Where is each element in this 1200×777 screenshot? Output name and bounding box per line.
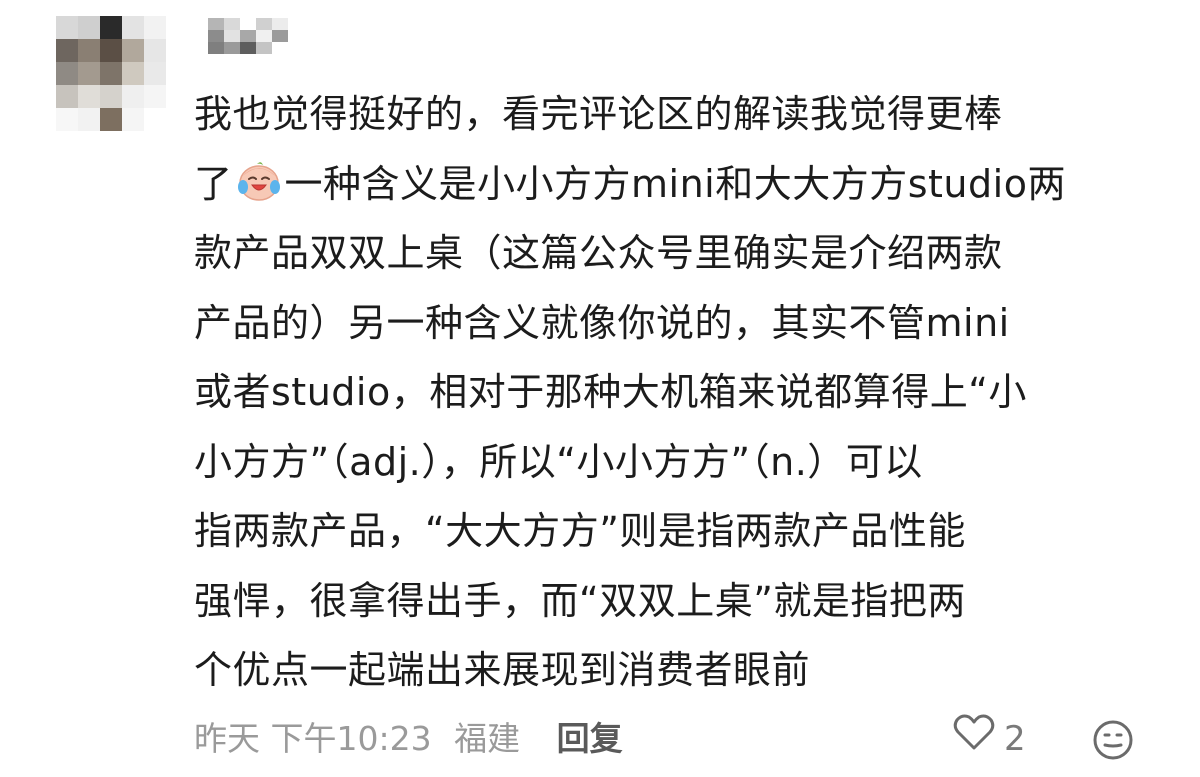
avatar-pixel: [144, 85, 166, 108]
comment-time: 昨天 下午10:23: [194, 719, 432, 758]
comment-line: 产品的）另一种含义就像你说的，其实不管mini: [194, 300, 1010, 345]
avatar-pixel: [144, 39, 166, 62]
crying-laughing-face-icon: [235, 156, 283, 201]
username-pixel: [224, 42, 240, 54]
like-count: 2: [1004, 719, 1026, 759]
avatar-pixel: [144, 62, 166, 85]
comment-line: 个优点一起端出来展现到消费者眼前: [194, 648, 811, 692]
comment-text: 一种含义是小小方方mini和大大方方studio两: [284, 161, 1066, 206]
avatar-pixel: [56, 62, 78, 85]
username-pixel: [256, 18, 272, 30]
smiley-face-icon: [1092, 720, 1134, 769]
username-pixel: [208, 42, 224, 54]
reaction-button[interactable]: [1092, 719, 1134, 761]
username[interactable]: [208, 18, 288, 54]
username-pixel: [208, 30, 224, 42]
comment-line: 我也觉得挺好的，看完评论区的解读我觉得更棒: [194, 92, 1003, 136]
username-pixel: [272, 18, 288, 30]
username-pixel: [208, 18, 224, 30]
username-pixel: [240, 18, 256, 30]
comment-line: 指两款产品，“大大方方”则是指两款产品性能: [194, 509, 966, 553]
avatar-pixel: [100, 62, 122, 85]
avatar-pixel: [122, 108, 144, 131]
avatar-pixel: [100, 108, 122, 131]
avatar-pixel: [78, 108, 100, 131]
reply-button[interactable]: 回复: [557, 714, 623, 764]
avatar-pixel: [100, 39, 122, 62]
comment-line: 强悍，很拿得出手，而“双双上桌”就是指把两: [194, 578, 966, 623]
avatar-pixel: [100, 85, 122, 108]
username-pixel: [272, 42, 288, 54]
comment-body: 我也觉得挺好的，看完评论区的解读我觉得更棒 了 一种含义是小小方方mini和大大…: [194, 80, 1164, 706]
comment-line: 或者studio，相对于那种大机箱来说都算得上“小: [194, 370, 1027, 414]
avatar-pixel: [122, 85, 144, 108]
avatar-pixel: [144, 108, 166, 131]
username-pixel: [240, 42, 256, 54]
avatar-pixel: [56, 39, 78, 62]
username-pixel: [224, 18, 240, 30]
avatar-pixel: [122, 16, 144, 39]
comment-text: 了: [194, 161, 233, 206]
avatar-pixel: [78, 39, 100, 62]
avatar-pixel: [122, 39, 144, 62]
avatar-pixel: [122, 62, 144, 85]
username-pixel: [256, 42, 272, 54]
comment-line: 了 一种含义是小小方方mini和大大方方studio两: [194, 150, 1164, 220]
heart-outline-icon: [952, 712, 996, 766]
username-pixel: [256, 30, 272, 42]
avatar-pixel: [78, 62, 100, 85]
like-button[interactable]: 2: [952, 714, 1026, 762]
avatar-pixel: [78, 85, 100, 108]
avatar-pixel: [56, 85, 78, 108]
avatar-pixel: [56, 108, 78, 131]
comment-footer: 昨天 下午10:23 福建 回复 2: [194, 714, 1154, 764]
avatar-pixel: [144, 16, 166, 39]
username-pixel: [240, 30, 256, 42]
username-pixel: [224, 30, 240, 42]
avatar-pixel: [56, 16, 78, 39]
comment-line: 款产品双双上桌（这篇公众号里确实是介绍两款: [194, 231, 1003, 275]
avatar[interactable]: [56, 16, 176, 134]
comment-line: 小方方”（adj.），所以“小小方方”（n.）可以: [194, 439, 923, 484]
avatar-pixel: [100, 16, 122, 39]
username-pixel: [272, 30, 288, 42]
comment-location: 福建: [454, 719, 521, 758]
avatar-pixel: [78, 16, 100, 39]
